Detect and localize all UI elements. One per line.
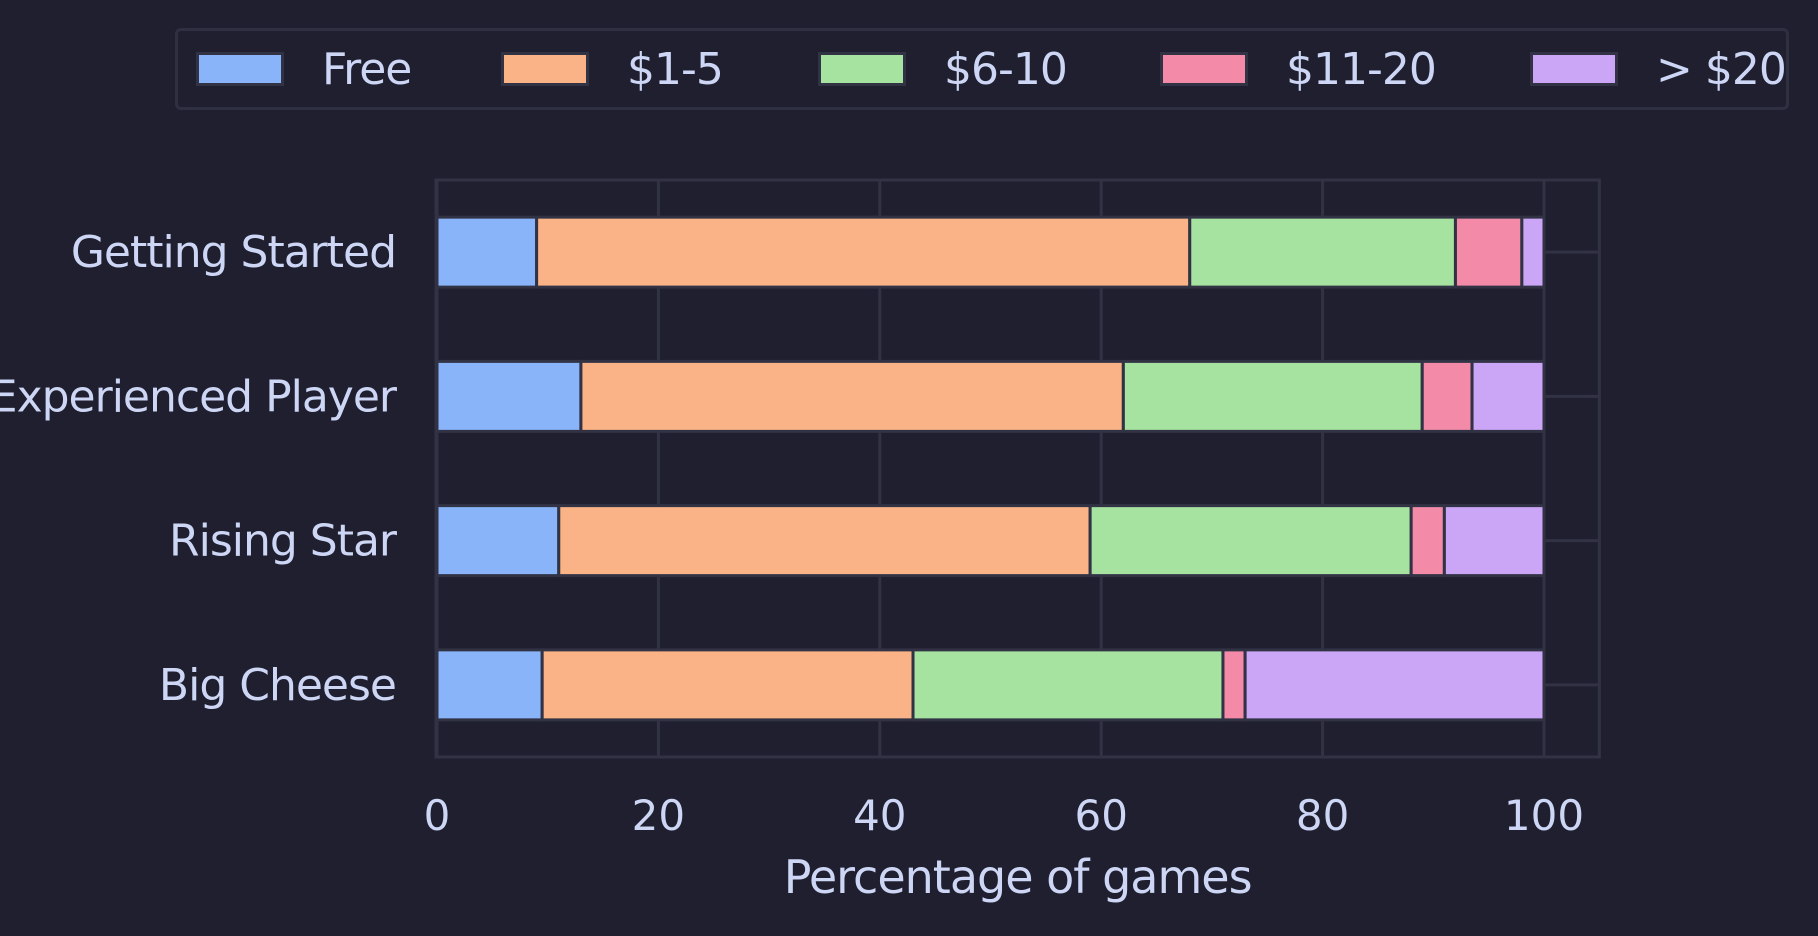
bar-segment	[1520, 215, 1546, 289]
x-tick-label: 60	[1074, 791, 1127, 840]
y-tick-label: Rising Star	[169, 516, 398, 567]
bar-segment	[1221, 648, 1247, 722]
bar-segment	[1409, 504, 1446, 578]
y-tick-label: Getting Started	[71, 227, 396, 278]
bar-segment	[579, 359, 1125, 433]
x-tick-label: 0	[424, 791, 451, 840]
bar-segment	[1453, 215, 1524, 289]
bar-segment	[540, 648, 915, 722]
stacked-bar-chart: Getting Started Experienced Player Rising …	[0, 178, 1601, 904]
bar-segment	[1420, 359, 1474, 433]
y-tick-label: Experienced Player	[0, 371, 398, 422]
bar-segment	[911, 648, 1225, 722]
x-tick-label: 40	[853, 791, 906, 840]
bar-segment	[535, 215, 1192, 289]
y-tick-label: Big Cheese	[159, 660, 396, 711]
bar-segment	[1188, 215, 1457, 289]
bar-segment	[1470, 359, 1546, 433]
bar-segment	[435, 648, 544, 722]
x-tick-label: 100	[1504, 791, 1584, 840]
x-axis-label: Percentage of games	[784, 850, 1252, 904]
bar-segment	[1442, 504, 1546, 578]
bar-segment	[1088, 504, 1413, 578]
bar-segment	[435, 504, 561, 578]
bar-segment	[435, 359, 583, 433]
x-tick-label: 80	[1296, 791, 1349, 840]
x-tick-label: 20	[632, 791, 685, 840]
bar-segment	[1243, 648, 1546, 722]
bar-segment	[1121, 359, 1424, 433]
bar-segment	[557, 504, 1092, 578]
bar-segment	[435, 215, 539, 289]
